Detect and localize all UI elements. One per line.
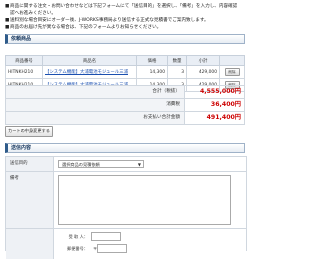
note-line: ■商品のお届け先が異なる場合は、下記のフォームよりお知らせください。 bbox=[5, 25, 162, 30]
col-header-code: 商品番号 bbox=[5, 55, 43, 66]
tax-row: 消費税 36,400円 bbox=[5, 99, 245, 112]
note-line: ■商品に関する注文・お問い合わせなどは下記フォームにて「送信目的」を選択し、「備… bbox=[5, 4, 238, 9]
contact-form: 送信目的 選択商品の見積依頼 ▼ 備考 受 取 人： 郵便番号： 〒 bbox=[5, 156, 247, 259]
total-row: 合計（税抜） 4,555,000円 bbox=[5, 85, 245, 99]
col-header-subtotal: 小計 bbox=[186, 55, 220, 66]
tax-label: 消費税 bbox=[6, 99, 185, 111]
col-header-name: 商品名 bbox=[42, 55, 137, 66]
item-name-link[interactable]: 【システム機能】大浦電池モジュール三浦 bbox=[45, 70, 128, 75]
form-row-purpose: 送信目的 選択商品の見積依頼 ▼ bbox=[6, 157, 246, 172]
form-row-contact: 受 取 人： 郵便番号： 〒 bbox=[6, 229, 246, 259]
postal-line: 郵便番号： 〒 bbox=[58, 244, 242, 253]
item-price: 14,300 bbox=[136, 65, 168, 79]
grand-total-label: お支払い合計金額 bbox=[6, 112, 185, 124]
postal-input[interactable] bbox=[97, 244, 128, 253]
recipient-label: 受 取 人： bbox=[68, 233, 88, 239]
purpose-label: 送信目的 bbox=[6, 157, 54, 171]
tax-value: 36,400円 bbox=[210, 101, 241, 108]
col-header-qty: 数量 bbox=[167, 55, 187, 66]
postal-label: 郵便番号： bbox=[67, 245, 88, 251]
contact-label bbox=[6, 229, 54, 259]
note-line: ■送料別な場合目安にオーダー後、J-WORKS事務局より送信する正式な見積書でご… bbox=[5, 18, 209, 23]
col-header-action bbox=[219, 55, 245, 66]
item-qty: 3 bbox=[167, 65, 187, 79]
col-header-price: 価格 bbox=[136, 55, 168, 66]
purpose-select-value: 選択商品の見積依頼 bbox=[62, 162, 100, 167]
chevron-down-icon: ▼ bbox=[137, 162, 141, 167]
section-header-items: 依頼商品 bbox=[5, 34, 245, 44]
instructions-notes: ■商品に関する注文・お問い合わせなどは下記フォームにて「送信目的」を選択し、「備… bbox=[5, 3, 245, 31]
totals-block: 合計（税抜） 4,555,000円 消費税 36,400円 お支払い合計金額 4… bbox=[5, 85, 245, 125]
table-row: HITNKH210 【システム機能】大浦電池モジュール三浦 14,300 3 4… bbox=[5, 65, 245, 79]
recipient-input[interactable] bbox=[91, 232, 121, 241]
grand-total-value: 491,400円 bbox=[206, 114, 241, 121]
delete-button[interactable]: 削除 bbox=[224, 68, 240, 76]
section-header-form: 送信内容 bbox=[5, 143, 245, 153]
recipient-line: 受 取 人： bbox=[58, 232, 242, 241]
change-cart-button[interactable]: カートの中身変更する bbox=[5, 126, 53, 137]
remarks-textarea[interactable] bbox=[58, 175, 231, 225]
item-subtotal: 429,000 bbox=[186, 65, 220, 79]
total-label: 合計（税抜） bbox=[6, 86, 185, 98]
total-value: 4,555,000円 bbox=[199, 88, 241, 95]
remarks-label: 備考 bbox=[6, 172, 54, 228]
purpose-select[interactable]: 選択商品の見積依頼 ▼ bbox=[58, 160, 144, 168]
table-header-row: 商品番号 商品名 価格 数量 小計 bbox=[5, 55, 245, 66]
item-code: HITNKH210 bbox=[5, 65, 43, 79]
form-row-remarks: 備考 bbox=[6, 172, 246, 229]
grand-total-row: お支払い合計金額 491,400円 bbox=[5, 112, 245, 125]
note-line: 認へお進みください。 bbox=[10, 11, 56, 16]
